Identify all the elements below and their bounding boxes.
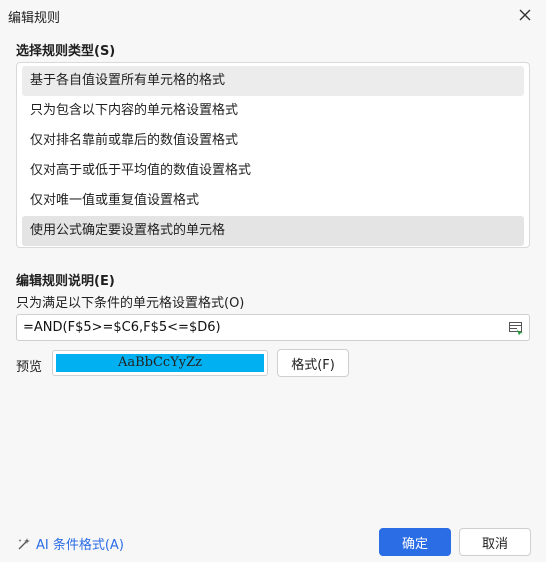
preview-label: 预览 bbox=[16, 360, 43, 375]
format-button[interactable]: 格式(F) bbox=[277, 349, 349, 377]
range-select-icon[interactable] bbox=[508, 320, 524, 336]
rule-description-heading: 编辑规则说明(E) bbox=[16, 274, 115, 289]
formula-text[interactable]: =AND(F$5>=$C6,F$5<=$D6) bbox=[23, 320, 221, 335]
preview-box: AaBbCcYyZz bbox=[52, 350, 268, 376]
ai-link-label[interactable]: AI 条件格式(A) bbox=[36, 534, 124, 553]
ai-conditional-format-link[interactable]: AI 条件格式(A) bbox=[16, 534, 124, 553]
ai-sparkle-icon bbox=[18, 537, 30, 549]
rule-type-item[interactable]: 基于各自值设置所有单元格的格式 bbox=[22, 66, 524, 96]
title-bar: 编辑规则 bbox=[0, 0, 546, 30]
ok-button[interactable]: 确定 bbox=[379, 528, 451, 556]
rule-type-heading: 选择规则类型(S) bbox=[16, 44, 116, 59]
range-select-icon-graphic bbox=[509, 322, 523, 336]
condition-subtitle: 只为满足以下条件的单元格设置格式(O) bbox=[16, 296, 245, 311]
rule-type-item[interactable]: 只为包含以下内容的单元格设置格式 bbox=[22, 96, 524, 126]
rule-type-item[interactable]: 仅对排名靠前或靠后的数值设置格式 bbox=[22, 126, 524, 156]
rule-type-item[interactable]: 仅对唯一值或重复值设置格式 bbox=[22, 186, 524, 216]
preview-sample: AaBbCcYyZz bbox=[56, 354, 264, 372]
cancel-button[interactable]: 取消 bbox=[459, 528, 531, 556]
rule-type-list: 基于各自值设置所有单元格的格式 只为包含以下内容的单元格设置格式 仅对排名靠前或… bbox=[16, 62, 530, 248]
formula-input[interactable]: =AND(F$5>=$C6,F$5<=$D6) bbox=[16, 314, 530, 341]
rule-type-item[interactable]: 仅对高于或低于平均值的数值设置格式 bbox=[22, 156, 524, 186]
dialog-title: 编辑规则 bbox=[8, 11, 61, 26]
edit-rule-dialog: 编辑规则 选择规则类型(S) 基于各自值设置所有单元格的格式 只为包含以下内容的… bbox=[0, 0, 546, 562]
close-icon[interactable] bbox=[514, 4, 536, 26]
rule-type-item-selected[interactable]: 使用公式确定要设置格式的单元格 bbox=[22, 216, 524, 246]
close-icon-graphic bbox=[519, 9, 531, 21]
